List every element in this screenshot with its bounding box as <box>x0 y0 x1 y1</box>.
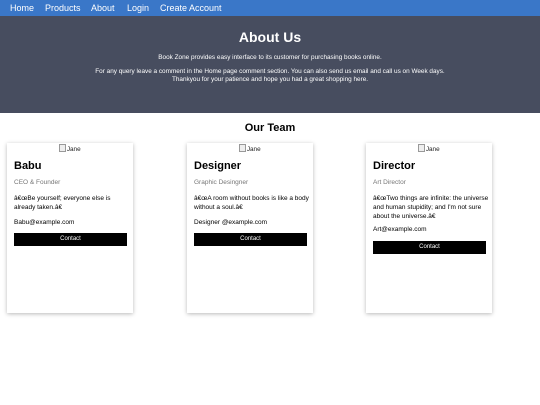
broken-image-icon <box>59 144 67 152</box>
member-email: Babu@example.com <box>14 219 75 226</box>
nav-link-login[interactable]: Login <box>127 2 149 14</box>
member-role: Art Director <box>373 179 406 186</box>
team-card: Jane Designer Graphic Desingner â€œA roo… <box>187 143 313 313</box>
member-quote: â€œBe yourself; everyone else is already… <box>14 195 111 211</box>
about-hero: About Us Book Zone provides easy interfa… <box>0 16 540 113</box>
hero-contact-info: For any query leave a comment in the Hom… <box>95 68 445 75</box>
page-title: About Us <box>238 29 302 45</box>
broken-image-icon <box>239 144 247 152</box>
profile-image: Jane <box>7 144 133 154</box>
profile-image: Jane <box>187 144 313 154</box>
member-email: Designer @example.com <box>194 219 268 226</box>
member-quote: â€œTwo things are infinite: the universe… <box>373 195 489 220</box>
contact-button[interactable]: Contact <box>14 233 127 246</box>
contact-button[interactable]: Contact <box>194 233 307 246</box>
member-quote: â€œA room without books is like a body w… <box>194 195 309 211</box>
hero-description: Book Zone provides easy interface to its… <box>158 54 382 61</box>
profile-image-alt: Jane <box>66 146 81 153</box>
nav-link-home[interactable]: Home <box>10 2 34 14</box>
nav-link-about[interactable]: About <box>91 2 115 14</box>
team-card: Jane Babu CEO & Founder â€œBe yourself; … <box>7 143 133 313</box>
member-role: CEO & Founder <box>14 179 61 186</box>
team-card: Jane Director Art Director â€œTwo things… <box>366 143 492 313</box>
broken-image-icon <box>418 144 426 152</box>
member-name: Director <box>373 160 416 172</box>
profile-image-alt: Jane <box>246 146 261 153</box>
member-name: Babu <box>14 160 42 172</box>
profile-image-alt: Jane <box>425 146 440 153</box>
team-section-title: Our Team <box>244 122 296 134</box>
hero-thankyou: Thankyou for your patience and hope you … <box>171 76 369 83</box>
profile-image: Jane <box>366 144 492 154</box>
nav-link-products[interactable]: Products <box>45 2 81 14</box>
top-navbar: Home Products About Login Create Account <box>0 0 540 16</box>
member-role: Graphic Desingner <box>194 179 249 186</box>
nav-link-create-account[interactable]: Create Account <box>160 2 222 14</box>
contact-button[interactable]: Contact <box>373 241 486 254</box>
member-email: Art@example.com <box>373 226 427 233</box>
member-name: Designer <box>194 160 242 172</box>
